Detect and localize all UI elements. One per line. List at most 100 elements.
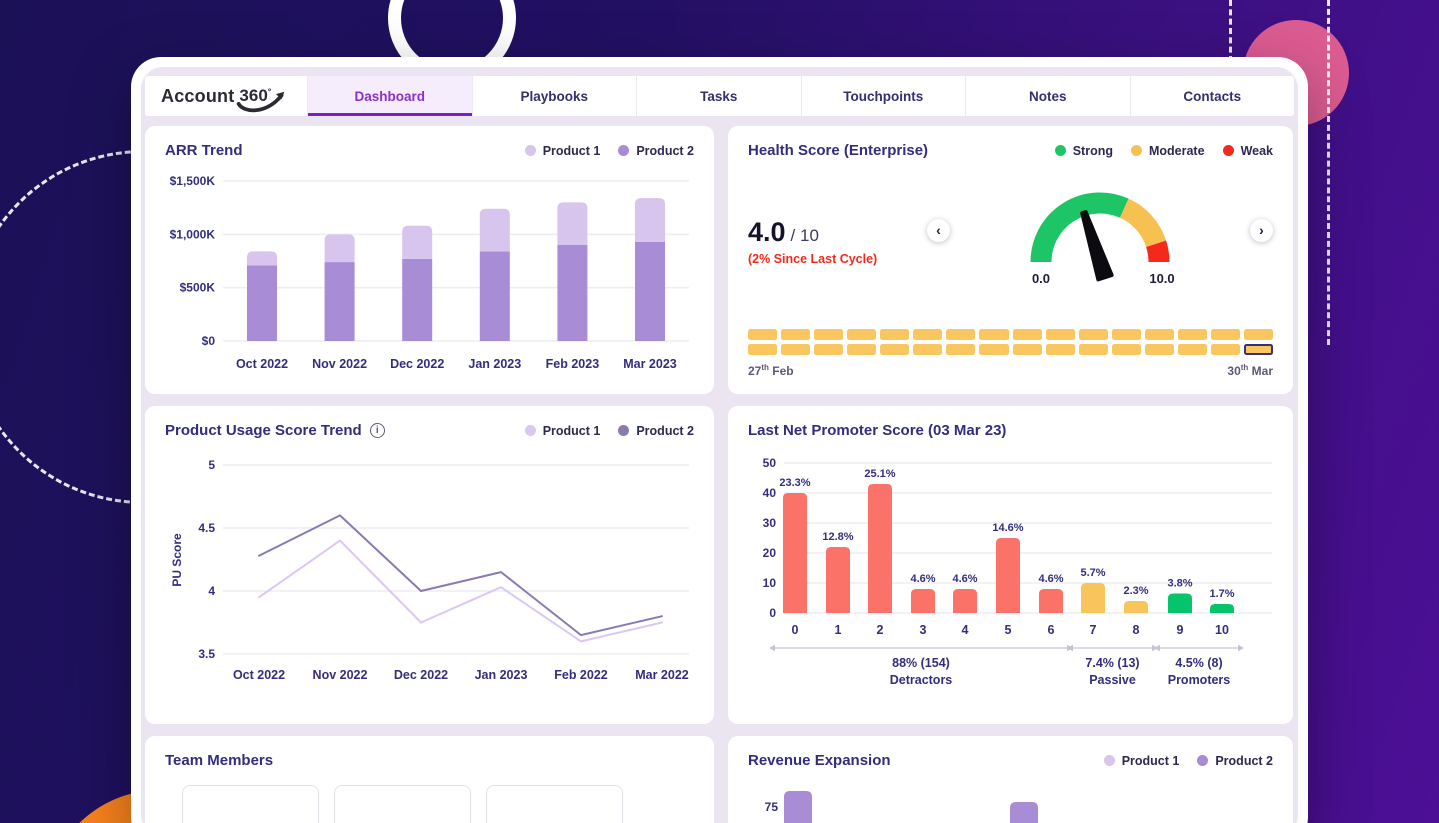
legend-dot-product1 xyxy=(524,425,536,436)
legend-item-strong: Strong xyxy=(1054,144,1113,158)
arr-bar-product2 xyxy=(557,245,588,341)
svg-text:Feb 2023: Feb 2023 xyxy=(546,357,600,371)
timeline-cell[interactable] xyxy=(1243,329,1273,340)
timeline-cell[interactable] xyxy=(880,329,910,340)
health-score-title: Health Score (Enterprise) xyxy=(748,142,929,159)
arr-bar-product1 xyxy=(635,198,665,242)
svg-text:7.4% (13): 7.4% (13) xyxy=(1085,656,1139,670)
arr-legend: Product 1 Product 2 xyxy=(524,143,694,158)
svg-text:Oct 2022: Oct 2022 xyxy=(236,357,288,371)
timeline-cell[interactable] xyxy=(1078,344,1108,355)
arr-bar-product2 xyxy=(324,262,355,341)
logo-360: 360° xyxy=(237,86,285,113)
svg-text:Nov 2022: Nov 2022 xyxy=(312,357,367,371)
legend-dot-product1 xyxy=(1103,755,1115,766)
timeline-cell[interactable] xyxy=(880,344,910,355)
timeline-cell[interactable] xyxy=(1177,344,1207,355)
legend-dot-moderate xyxy=(1130,145,1142,156)
svg-text:40: 40 xyxy=(763,486,777,500)
usage-line-chart: 3.5 4 4.5 5 PU Score Oct 2022 Nov 2022 Dec 2022… xyxy=(170,458,689,682)
revenue-expansion-title: Revenue Expansion xyxy=(748,752,891,769)
health-gauge-block: ‹ 0.0 10.0 › xyxy=(927,169,1273,289)
timeline-cell[interactable] xyxy=(1045,344,1075,355)
legend-dot-product2 xyxy=(618,145,630,156)
health-gauge-chart: 0.0 10.0 xyxy=(1030,192,1175,286)
timeline-cell[interactable] xyxy=(1012,344,1042,355)
timeline-cell[interactable] xyxy=(913,329,943,340)
info-icon[interactable]: i xyxy=(369,423,385,438)
legend-label: Product 2 xyxy=(636,143,694,158)
svg-text:Mar 2023: Mar 2023 xyxy=(623,357,677,371)
nps-title: Last Net Promoter Score (03 Mar 23) xyxy=(748,422,1007,439)
timeline-cell[interactable] xyxy=(913,344,943,355)
revenue-expansion-chart: 75 xyxy=(748,775,1273,823)
timeline-cell[interactable] xyxy=(748,329,778,340)
timeline-cell[interactable] xyxy=(979,329,1009,340)
svg-text:5: 5 xyxy=(208,458,215,472)
svg-text:Jan 2023: Jan 2023 xyxy=(475,668,528,682)
nps-bar-5 xyxy=(996,538,1020,613)
card-nps: Last Net Promoter Score (03 Mar 23) 0 10 2… xyxy=(728,406,1293,724)
tab-label: Playbooks xyxy=(520,88,589,104)
legend-label: Product 1 xyxy=(542,143,601,158)
svg-text:Jan 2023: Jan 2023 xyxy=(468,357,521,371)
timeline-cell[interactable] xyxy=(1144,329,1174,340)
legend-item-product1: Product 1 xyxy=(524,143,601,158)
legend-label: Moderate xyxy=(1148,143,1205,158)
svg-text:Detractors: Detractors xyxy=(890,673,953,687)
timeline-cell[interactable] xyxy=(781,329,811,340)
timeline-cell[interactable] xyxy=(1012,329,1042,340)
timeline-start-date: 27th Feb xyxy=(748,363,794,378)
timeline-cell[interactable] xyxy=(946,329,976,340)
timeline-cell[interactable] xyxy=(1111,329,1141,340)
tab-dashboard[interactable]: Dashboard xyxy=(307,76,472,116)
timeline-cell[interactable] xyxy=(847,344,877,355)
timeline-cell[interactable] xyxy=(814,344,844,355)
tab-notes[interactable]: Notes xyxy=(965,76,1130,116)
svg-text:10: 10 xyxy=(1215,623,1229,637)
timeline-cell[interactable] xyxy=(1078,329,1108,340)
gauge-prev-button[interactable]: ‹ xyxy=(927,218,950,242)
nps-bar-7 xyxy=(1081,583,1105,613)
gauge-next-button[interactable]: › xyxy=(1250,218,1273,242)
timeline-end-date: 30th Mar xyxy=(1227,363,1273,378)
svg-text:1.7%: 1.7% xyxy=(1209,588,1234,600)
timeline-cell[interactable] xyxy=(1144,344,1174,355)
gauge-segment-weak xyxy=(1146,240,1170,263)
svg-text:3.8%: 3.8% xyxy=(1167,578,1192,590)
health-score-delta: (2% Since Last Cycle) xyxy=(748,252,878,266)
svg-text:Mar 2022: Mar 2022 xyxy=(635,668,689,682)
timeline-cell[interactable] xyxy=(781,344,811,355)
tab-tasks[interactable]: Tasks xyxy=(636,76,801,116)
timeline-cell[interactable] xyxy=(1210,344,1240,355)
timeline-cell[interactable] xyxy=(1111,344,1141,355)
tab-contacts[interactable]: Contacts xyxy=(1129,76,1294,116)
timeline-cell[interactable] xyxy=(1210,329,1240,340)
timeline-cell[interactable] xyxy=(847,329,877,340)
card-arr-trend: ARR Trend Product 1 Product 2 $0 $500K $1,… xyxy=(145,126,714,394)
usage-trend-title: Product Usage Score Trend xyxy=(165,422,362,439)
timeline-cell[interactable] xyxy=(979,344,1009,355)
svg-text:Promoters: Promoters xyxy=(1168,673,1231,687)
timeline-cell[interactable] xyxy=(814,329,844,340)
legend-label: Weak xyxy=(1240,143,1273,158)
team-member-placeholder xyxy=(182,785,319,823)
timeline-cell-selected[interactable] xyxy=(1243,344,1273,355)
health-score-max: / 10 xyxy=(790,226,819,245)
tab-touchpoints[interactable]: Touchpoints xyxy=(800,76,965,116)
usage-trend-chart: 3.5 4 4.5 5 PU Score Oct 2022 Nov 2022 Dec 2022… xyxy=(165,445,694,708)
health-score-value: 4.0 xyxy=(748,217,786,247)
gauge-needle xyxy=(1080,209,1114,282)
tab-label: Tasks xyxy=(700,88,738,104)
tab-playbooks[interactable]: Playbooks xyxy=(471,76,636,116)
svg-text:9: 9 xyxy=(1177,623,1184,637)
timeline-cell[interactable] xyxy=(748,344,778,355)
svg-text:5: 5 xyxy=(1005,623,1012,637)
timeline-cell[interactable] xyxy=(1045,329,1075,340)
timeline-cell[interactable] xyxy=(1177,329,1207,340)
tab-label: Dashboard xyxy=(354,88,425,104)
svg-text:3: 3 xyxy=(920,623,927,637)
timeline-cell[interactable] xyxy=(946,344,976,355)
svg-text:Dec 2022: Dec 2022 xyxy=(390,357,444,371)
app-logo: Account 360° xyxy=(145,76,307,116)
